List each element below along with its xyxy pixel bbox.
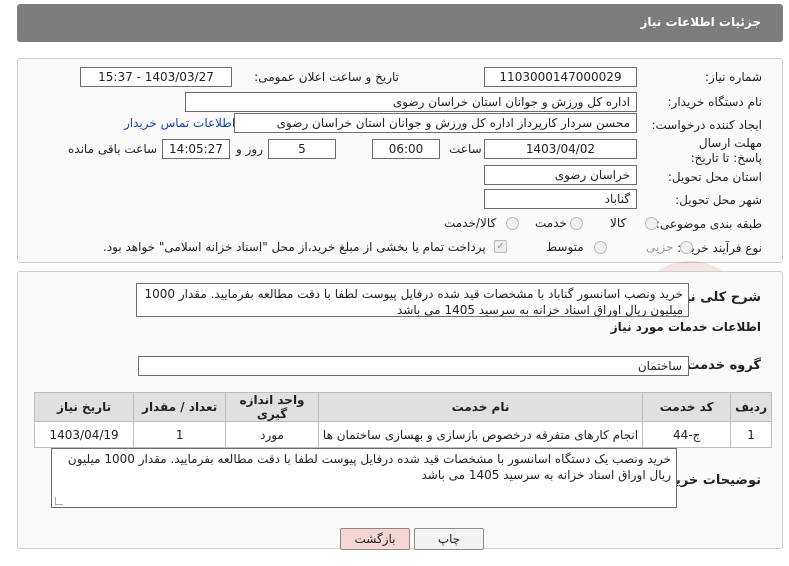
buyer-notes-textarea: خرید ونصب یک دستگاه اسانسور با مشخصات قی… xyxy=(51,448,677,508)
deadline-hour-label: ساعت xyxy=(449,142,482,156)
category-goods-label: کالا xyxy=(610,216,627,230)
announce-label: تاریخ و ساعت اعلان عمومی: xyxy=(254,70,399,84)
col-row: ردیف xyxy=(730,392,772,422)
col-service-name: نام خدمت xyxy=(317,392,644,422)
page-header: جزئیات اطلاعات نیاز xyxy=(17,4,783,42)
cell-service-code: ج-44 xyxy=(642,421,732,448)
cell-service-name: انجام کارهای متفرقه درخصوص بازسازی و بهس… xyxy=(317,421,644,448)
deadline-hour-field: 06:00 xyxy=(372,139,440,159)
need-info-panel xyxy=(17,58,783,263)
process-medium-radio[interactable] xyxy=(594,241,607,254)
category-both-radio[interactable] xyxy=(506,217,519,230)
table-row: 1 ج-44 انجام کارهای متفرقه درخصوص بازساز… xyxy=(33,421,772,448)
category-service-label: خدمت xyxy=(535,216,567,230)
buyer-contact-link[interactable]: اطلاعات تماس خریدار xyxy=(124,116,235,130)
treasury-payment-checkbox[interactable]: ✓ xyxy=(494,240,507,253)
service-group-label: گروه خدمت: xyxy=(681,358,761,373)
col-unit: واحد اندازه گیری xyxy=(225,392,319,422)
cell-need-date: 1403/04/19 xyxy=(33,421,135,448)
requester-field: محسن سردار کارپرداز اداره کل ورزش و جوان… xyxy=(234,113,637,133)
page-title: جزئیات اطلاعات نیاز xyxy=(640,15,761,29)
treasury-payment-note: پرداخت تمام یا بخشی از مبلغ خرید،از محل … xyxy=(103,240,486,254)
process-minor-label: جزیی xyxy=(646,240,674,254)
deadline-date-field: 1403/04/02 xyxy=(484,139,637,159)
cell-unit: مورد xyxy=(225,421,319,448)
col-need-date: تاریخ نیاز xyxy=(33,392,135,422)
print-button[interactable]: چاپ xyxy=(414,528,484,550)
city-label: شهر محل تحویل: xyxy=(675,193,762,207)
category-goods-radio[interactable] xyxy=(645,217,658,230)
category-both-label: کالا/خدمت xyxy=(444,216,497,230)
services-table: ردیف کد خدمت نام خدمت واحد اندازه گیری ت… xyxy=(33,392,772,448)
province-label: استان محل تحویل: xyxy=(667,170,762,184)
service-group-field: ساختمان xyxy=(138,356,689,376)
category-service-radio[interactable] xyxy=(570,217,583,230)
services-table-header: ردیف کد خدمت نام خدمت واحد اندازه گیری ت… xyxy=(33,392,772,422)
buyer-notes-text: خرید ونصب یک دستگاه اسانسور با مشخصات قی… xyxy=(67,452,671,482)
services-section-title: اطلاعات خدمات مورد نیاز xyxy=(610,320,761,334)
buyer-org-field: اداره کل ورزش و جوانان استان خراسان رضوی xyxy=(185,92,637,112)
back-button[interactable]: بازگشت xyxy=(340,528,410,550)
city-field: گناباد xyxy=(484,189,637,209)
buyer-org-label: نام دستگاه خریدار: xyxy=(667,95,763,109)
col-quantity: تعداد / مقدار xyxy=(133,392,227,422)
cell-quantity: 1 xyxy=(133,421,227,448)
category-label: طبقه بندی موضوعی: xyxy=(655,217,762,231)
remaining-label: ساعت باقی مانده xyxy=(68,142,158,156)
process-minor-radio[interactable] xyxy=(680,241,693,254)
need-number-label: شماره نیاز: xyxy=(705,70,762,84)
need-number-field: 1103000147000029 xyxy=(484,67,637,87)
deadline-label: مهلت ارسال پاسخ: تا تاریخ: xyxy=(690,136,762,165)
remaining-time-field: 14:05:27 xyxy=(162,139,230,159)
province-field: خراسان رضوی xyxy=(484,165,637,185)
process-medium-label: متوسط xyxy=(546,240,584,254)
col-service-code: کد خدمت xyxy=(642,392,732,422)
resize-grip-icon[interactable] xyxy=(55,497,63,505)
cell-row: 1 xyxy=(730,421,772,448)
announce-datetime-field: 1403/03/27 - 15:37 xyxy=(80,67,232,87)
days-label: روز و xyxy=(236,142,263,156)
remaining-days-field: 5 xyxy=(268,139,336,159)
requester-label: ایجاد کننده درخواست: xyxy=(651,118,762,132)
description-textarea: خرید ونصب اسانسور گناباد با مشخصات قید ش… xyxy=(136,283,689,317)
